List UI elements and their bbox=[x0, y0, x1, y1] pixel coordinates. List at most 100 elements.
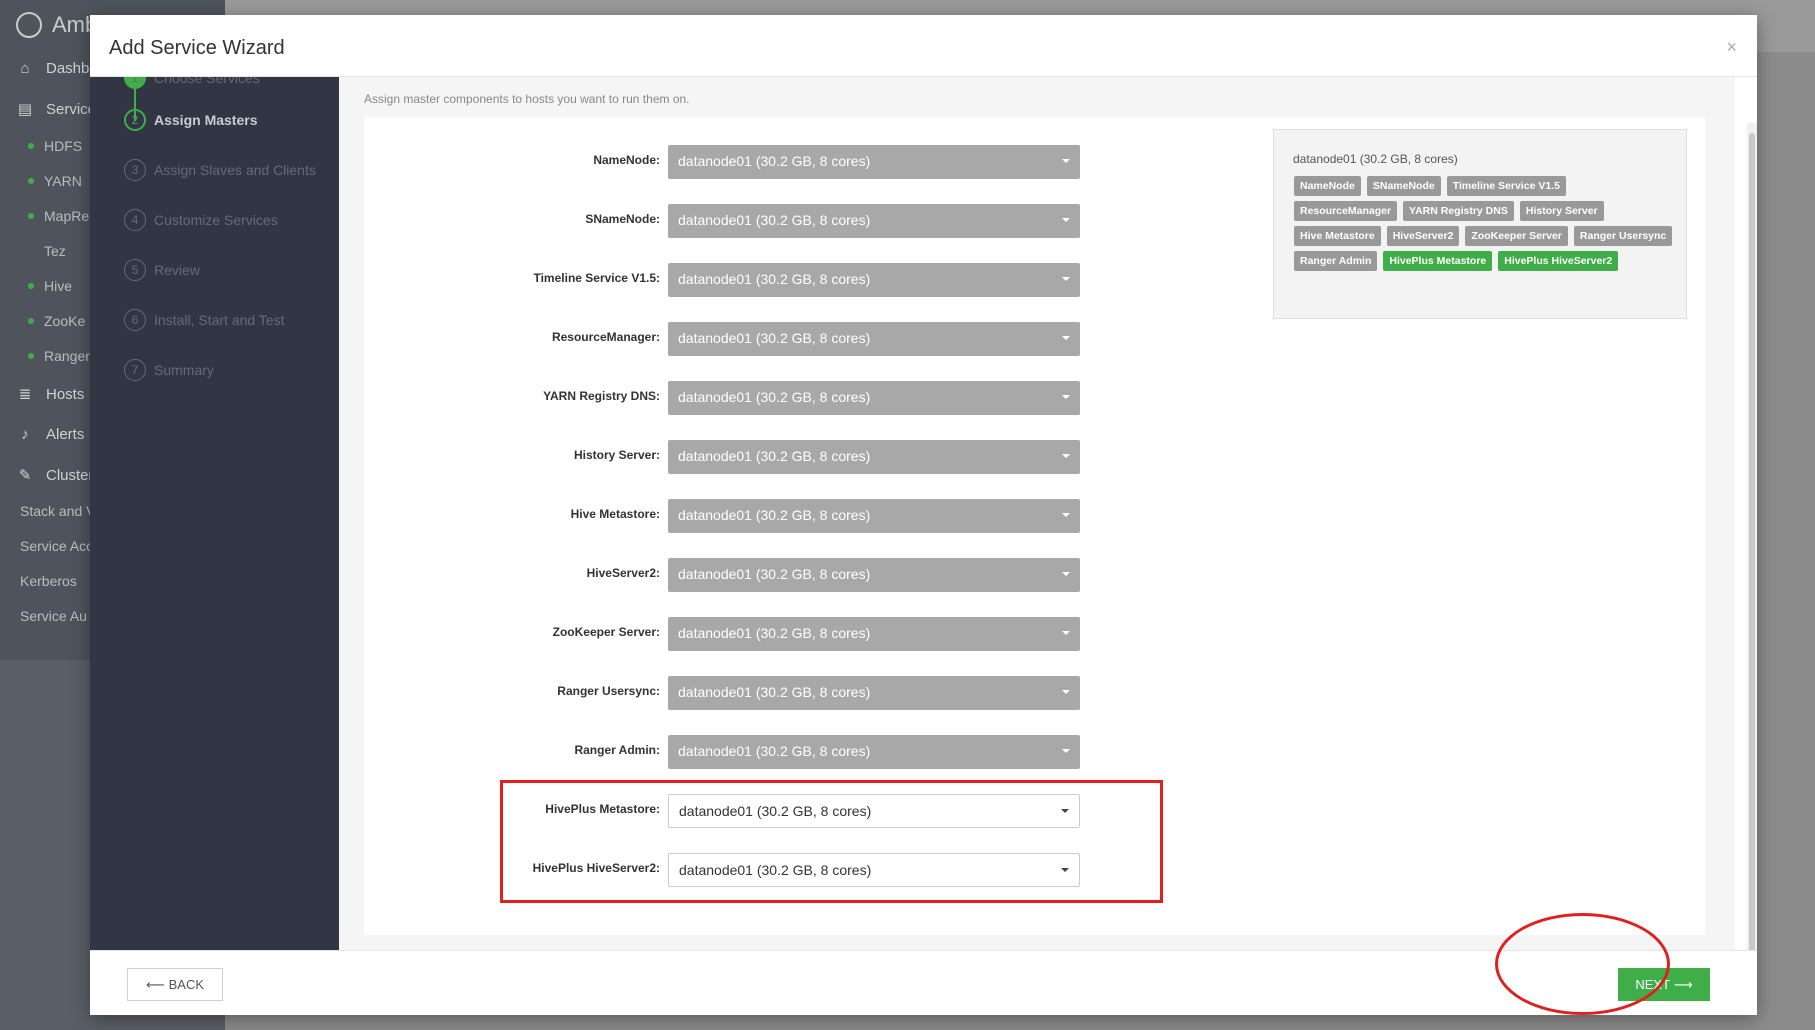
modal-header: Add Service Wizard × bbox=[90, 15, 1757, 77]
host-select[interactable]: datanode01 (30.2 GB, 8 cores) bbox=[668, 558, 1080, 592]
host-select[interactable]: datanode01 (30.2 GB, 8 cores) bbox=[668, 676, 1080, 710]
host-select[interactable]: datanode01 (30.2 GB, 8 cores) bbox=[668, 853, 1080, 887]
host-select[interactable]: datanode01 (30.2 GB, 8 cores) bbox=[668, 322, 1080, 356]
component-label: HivePlus Metastore: bbox=[545, 802, 660, 816]
step-number: 1 bbox=[124, 77, 146, 89]
host-select[interactable]: datanode01 (30.2 GB, 8 cores) bbox=[668, 263, 1080, 297]
host-component-tags: NameNode SNameNode Timeline Service V1.5… bbox=[1294, 176, 1674, 271]
caret-down-icon bbox=[1062, 395, 1070, 399]
back-button[interactable]: ⟵ BACK bbox=[127, 968, 223, 1001]
next-button[interactable]: NEXT ⟶ bbox=[1618, 968, 1710, 1001]
step-review[interactable]: 5 Review bbox=[124, 259, 334, 281]
nav-services[interactable]: ▤ Service bbox=[16, 100, 96, 119]
component-label: Timeline Service V1.5: bbox=[533, 271, 660, 285]
step-install-start-test[interactable]: 6 Install, Start and Test bbox=[124, 309, 334, 331]
step-summary[interactable]: 7 Summary bbox=[124, 359, 334, 381]
component-label: HivePlus HiveServer2: bbox=[532, 861, 660, 875]
component-tag-new: HivePlus HiveServer2 bbox=[1498, 251, 1619, 271]
host-select[interactable]: datanode01 (30.2 GB, 8 cores) bbox=[668, 204, 1080, 238]
nav-hosts[interactable]: ≣ Hosts bbox=[16, 385, 85, 404]
host-select[interactable]: datanode01 (30.2 GB, 8 cores) bbox=[668, 440, 1080, 474]
component-tag: SNameNode bbox=[1366, 176, 1441, 196]
caret-down-icon bbox=[1062, 572, 1070, 576]
nav-service-tez[interactable]: Tez bbox=[28, 243, 66, 259]
component-tag: Hive Metastore bbox=[1294, 226, 1381, 246]
component-label: Ranger Admin: bbox=[574, 743, 660, 757]
nav-alerts[interactable]: ♪ Alerts bbox=[16, 426, 84, 443]
step-assign-slaves[interactable]: 3 Assign Slaves and Clients bbox=[124, 159, 334, 181]
status-dot bbox=[28, 318, 34, 324]
step-number: 2 bbox=[124, 109, 146, 131]
component-label: History Server: bbox=[573, 448, 660, 462]
caret-down-icon bbox=[1062, 277, 1070, 281]
master-row: HiveServer2: datanode01 (30.2 GB, 8 core… bbox=[364, 558, 1164, 592]
host-select[interactable]: datanode01 (30.2 GB, 8 cores) bbox=[668, 499, 1080, 533]
host-select[interactable]: datanode01 (30.2 GB, 8 cores) bbox=[668, 735, 1080, 769]
master-row: Ranger Usersync: datanode01 (30.2 GB, 8 … bbox=[364, 676, 1164, 710]
arrow-left-icon: ⟵ bbox=[145, 976, 165, 992]
component-tag: ZooKeeper Server bbox=[1465, 226, 1568, 246]
master-row: Timeline Service V1.5: datanode01 (30.2 … bbox=[364, 263, 1164, 297]
modal-footer: ⟵ BACK NEXT ⟶ bbox=[90, 950, 1757, 1015]
ambari-logo: Amb bbox=[16, 12, 97, 38]
nav-service-ranger[interactable]: Ranger bbox=[28, 348, 90, 364]
component-label: NameNode: bbox=[593, 153, 660, 167]
step-assign-masters[interactable]: 2 Assign Masters bbox=[124, 109, 334, 131]
arrow-right-icon: ⟶ bbox=[1674, 976, 1693, 992]
host-select[interactable]: datanode01 (30.2 GB, 8 cores) bbox=[668, 145, 1080, 179]
component-tag: NameNode bbox=[1294, 176, 1361, 196]
component-tag: Timeline Service V1.5 bbox=[1446, 176, 1566, 196]
component-label: Hive Metastore: bbox=[570, 507, 660, 521]
master-row: NameNode: datanode01 (30.2 GB, 8 cores) bbox=[364, 145, 1164, 179]
step-choose-services[interactable]: 1 Choose Services bbox=[124, 77, 334, 89]
scrollbar-thumb[interactable] bbox=[1749, 133, 1755, 993]
nav-stack-versions[interactable]: Stack and V bbox=[20, 503, 96, 519]
modal-scrollbar[interactable] bbox=[1747, 123, 1757, 1013]
nav-service-zookeeper[interactable]: ZooKe bbox=[28, 313, 85, 329]
caret-down-icon bbox=[1062, 159, 1070, 163]
nav-service-yarn[interactable]: YARN bbox=[28, 173, 82, 189]
caret-down-icon bbox=[1062, 749, 1070, 753]
caret-down-icon bbox=[1062, 218, 1070, 222]
nav-service-hive[interactable]: Hive bbox=[28, 278, 72, 294]
nav-dashboard[interactable]: ⌂ Dashbo bbox=[16, 60, 97, 77]
status-dot bbox=[28, 213, 34, 219]
status-dot bbox=[28, 178, 34, 184]
component-label: Ranger Usersync: bbox=[557, 684, 660, 698]
caret-down-icon bbox=[1061, 868, 1069, 872]
step-label: Summary bbox=[154, 362, 214, 378]
host-title: datanode01 (30.2 GB, 8 cores) bbox=[1293, 152, 1458, 166]
component-label: ResourceManager: bbox=[551, 330, 660, 344]
host-select[interactable]: datanode01 (30.2 GB, 8 cores) bbox=[668, 794, 1080, 828]
nav-service-accounts[interactable]: Service Acc bbox=[20, 538, 93, 554]
master-row: ZooKeeper Server: datanode01 (30.2 GB, 8… bbox=[364, 617, 1164, 651]
step-number: 4 bbox=[124, 209, 146, 231]
step-label: Choose Services bbox=[154, 77, 260, 86]
close-icon[interactable]: × bbox=[1726, 37, 1737, 58]
host-select[interactable]: datanode01 (30.2 GB, 8 cores) bbox=[668, 381, 1080, 415]
caret-down-icon bbox=[1061, 809, 1069, 813]
master-row: HivePlus HiveServer2: datanode01 (30.2 G… bbox=[364, 853, 1164, 887]
step-label: Review bbox=[154, 262, 200, 278]
component-label: SNameNode: bbox=[585, 212, 660, 226]
step-customize-services[interactable]: 4 Customize Services bbox=[124, 209, 334, 231]
component-tag: YARN Registry DNS bbox=[1403, 201, 1514, 221]
component-label: ZooKeeper Server: bbox=[552, 625, 660, 639]
nav-kerberos[interactable]: Kerberos bbox=[20, 573, 77, 589]
nav-service-mapreduce[interactable]: MapRe bbox=[28, 208, 89, 224]
status-dot bbox=[28, 143, 34, 149]
nav-service-auto-start[interactable]: Service Au bbox=[20, 608, 87, 624]
component-tag-new: HivePlus Metastore bbox=[1383, 251, 1493, 271]
caret-down-icon bbox=[1062, 513, 1070, 517]
status-dot bbox=[28, 283, 34, 289]
caret-down-icon bbox=[1062, 631, 1070, 635]
nav-service-hdfs[interactable]: HDFS bbox=[28, 138, 82, 154]
step-label: Customize Services bbox=[154, 212, 278, 228]
nav-cluster[interactable]: ✎ Cluster bbox=[16, 466, 94, 485]
component-tag: Ranger Usersync bbox=[1573, 226, 1673, 246]
step-number: 7 bbox=[124, 359, 146, 381]
master-row: YARN Registry DNS: datanode01 (30.2 GB, … bbox=[364, 381, 1164, 415]
host-select[interactable]: datanode01 (30.2 GB, 8 cores) bbox=[668, 617, 1080, 651]
caret-down-icon bbox=[1062, 336, 1070, 340]
wizard-steps: 1 Choose Services 2 Assign Masters 3 Ass… bbox=[90, 77, 339, 950]
